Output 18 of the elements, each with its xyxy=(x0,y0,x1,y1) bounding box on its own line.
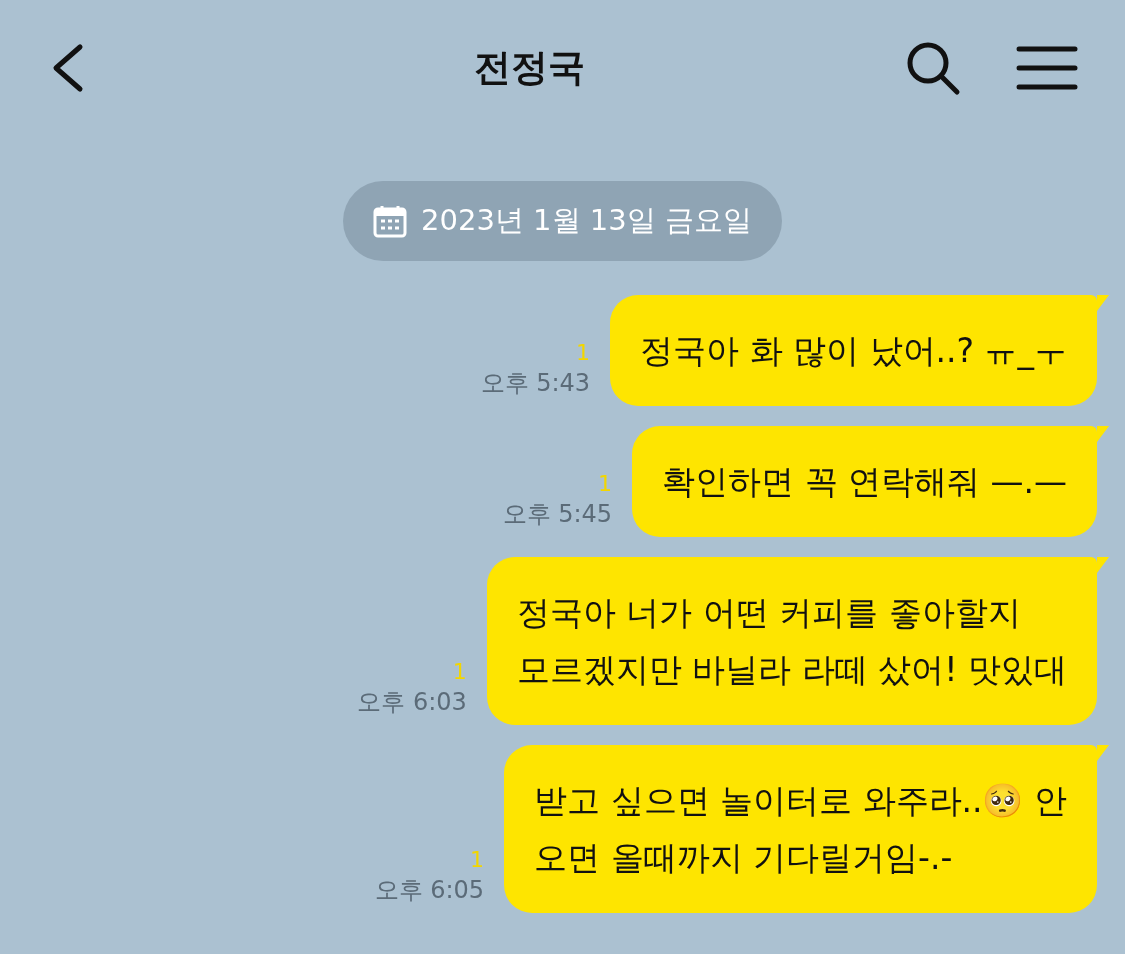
message-time: 오후 5:43 xyxy=(480,368,591,398)
bubble-tail xyxy=(1097,295,1109,311)
unread-count: 1 xyxy=(470,846,485,874)
unread-count: 1 xyxy=(576,339,591,367)
message-bubble: 받고 싶으면 놀이터로 와주라..🥺 안 오면 올때까지 기다릴거임-.- xyxy=(504,745,1097,913)
unread-count: 1 xyxy=(452,658,467,686)
chat-title: 전정국 xyxy=(474,45,585,92)
message-time: 오후 5:45 xyxy=(502,499,613,529)
message-time: 오후 6:05 xyxy=(374,875,485,905)
message-time: 오후 6:03 xyxy=(357,687,467,717)
calendar-icon xyxy=(373,204,408,238)
unread-count: 1 xyxy=(598,470,613,498)
message-bubble: 확인하면 꼭 연락해줘 —.— xyxy=(632,426,1097,537)
bubble-tail xyxy=(1097,745,1109,761)
bubble-tail xyxy=(1097,426,1109,442)
message-bubble: 정국아 너가 어떤 커피를 좋아할지 모르겠지만 바닐라 라떼 샀어! 맛있대 xyxy=(486,557,1097,725)
message-bubble: 정국아 화 많이 났어..? ㅠ_ㅜ xyxy=(610,295,1097,406)
bubble-tail xyxy=(1097,557,1109,573)
